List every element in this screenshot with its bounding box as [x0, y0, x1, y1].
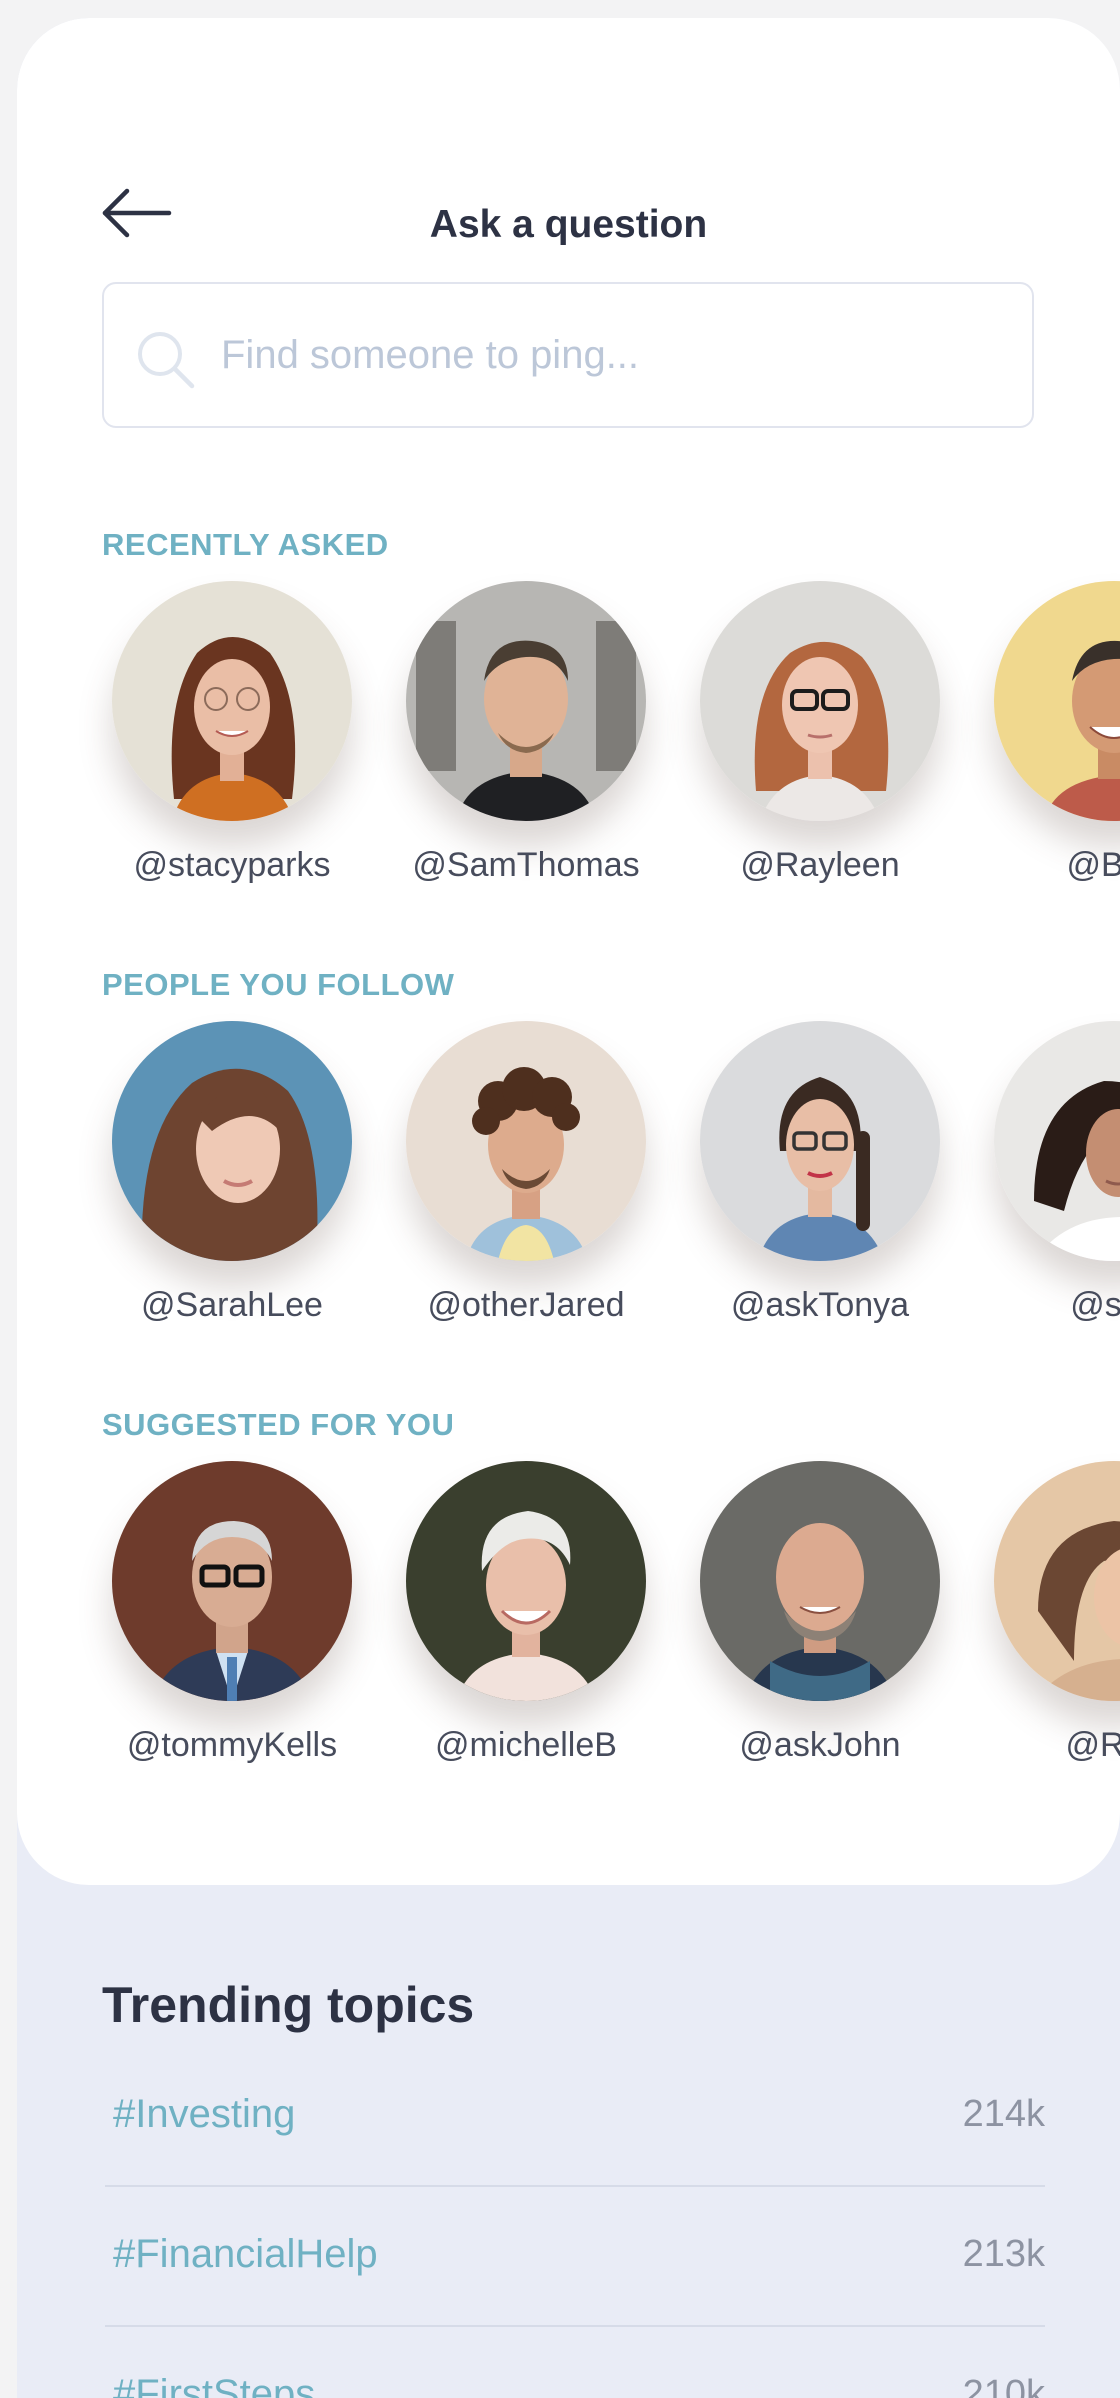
- woman-hair-tied-avatar: [994, 1461, 1120, 1701]
- woman-glasses-braid-avatar: [700, 1021, 940, 1261]
- trending-topic-row[interactable]: #FirstSteps 210k: [105, 2327, 1045, 2398]
- trending-topic-row[interactable]: #Investing 214k: [105, 2047, 1045, 2187]
- person-card[interactable]: @SamThomas: [379, 581, 673, 911]
- person-handle: @tommyKells: [126, 1726, 338, 1764]
- person-handle: @askTonya: [730, 1286, 910, 1324]
- person-handle: @otherJared: [427, 1286, 625, 1324]
- topic-name: #FirstSteps: [113, 2372, 316, 2398]
- person-handle: @SarahLee: [141, 1286, 323, 1324]
- topic-count: 214k: [962, 2093, 1045, 2135]
- person-handle: @michelleB: [435, 1726, 617, 1764]
- man-curly-hair-avatar: [406, 1021, 646, 1261]
- older-man-glasses-suit-avatar: [112, 1461, 352, 1701]
- trending-topics-title: Trending topics: [102, 1977, 475, 2033]
- search-icon: [138, 332, 195, 389]
- person-card[interactable]: @askTonya: [673, 1021, 967, 1351]
- person-handle: @Bob: [1066, 846, 1120, 884]
- person-handle: @stacyparks: [133, 846, 331, 884]
- section-label-people-you-follow: PEOPLE YOU FOLLOW: [102, 967, 455, 1002]
- person-card[interactable]: @michelleB: [379, 1461, 673, 1791]
- person-handle: @Rayleen: [740, 846, 900, 884]
- page-title: Ask a question: [429, 203, 708, 246]
- man-smiling-avatar: [994, 581, 1120, 821]
- person-card[interactable]: @askJohn: [673, 1461, 967, 1791]
- person-handle: @SamThomas: [412, 846, 640, 884]
- section-label-recently-asked: RECENTLY ASKED: [102, 527, 389, 562]
- person-card[interactable]: @stacyparks: [85, 581, 379, 911]
- woman-dark-curly-hair-avatar: [994, 1021, 1120, 1261]
- ask-question-sheet: Ask a question RECENTLY ASKED: [17, 18, 1120, 1885]
- phone-screen: Ask a question RECENTLY ASKED: [17, 18, 1120, 2398]
- search-input[interactable]: [219, 314, 1003, 396]
- search-box[interactable]: [102, 282, 1034, 428]
- bald-man-beard-avatar: [700, 1461, 940, 1701]
- person-handle: @sus: [1070, 1286, 1120, 1324]
- topic-count: 213k: [962, 2233, 1045, 2275]
- woman-long-hair-avatar: [112, 1021, 352, 1261]
- man-short-hair-avatar: [406, 581, 646, 821]
- person-card[interactable]: @sus: [967, 1021, 1120, 1351]
- person-card[interactable]: @tommyKells: [85, 1461, 379, 1791]
- recently-asked-row: @stacyparks @SamThomas @Rayleen @B: [17, 581, 1120, 911]
- person-handle: @Rob: [1065, 1726, 1120, 1764]
- person-card[interactable]: @SarahLee: [85, 1021, 379, 1351]
- person-handle: @askJohn: [739, 1726, 901, 1764]
- person-card[interactable]: @Bob: [967, 581, 1120, 911]
- trending-topic-row[interactable]: #FinancialHelp 213k: [105, 2187, 1045, 2327]
- topic-count: 210k: [962, 2373, 1045, 2398]
- person-card[interactable]: @Rayleen: [673, 581, 967, 911]
- people-you-follow-row: @SarahLee @otherJared @askTonya @s: [17, 1021, 1120, 1351]
- suggested-for-you-row: @tommyKells @michelleB @askJohn @R: [17, 1461, 1120, 1791]
- woman-curly-hair-glasses-avatar: [112, 581, 352, 821]
- section-label-suggested-for-you: SUGGESTED FOR YOU: [102, 1407, 455, 1442]
- person-card[interactable]: @Rob: [967, 1461, 1120, 1791]
- woman-glasses-avatar: [700, 581, 940, 821]
- topic-name: #FinancialHelp: [113, 2232, 378, 2276]
- topic-name: #Investing: [113, 2092, 296, 2136]
- older-woman-white-hair-avatar: [406, 1461, 646, 1701]
- person-card[interactable]: @otherJared: [379, 1021, 673, 1351]
